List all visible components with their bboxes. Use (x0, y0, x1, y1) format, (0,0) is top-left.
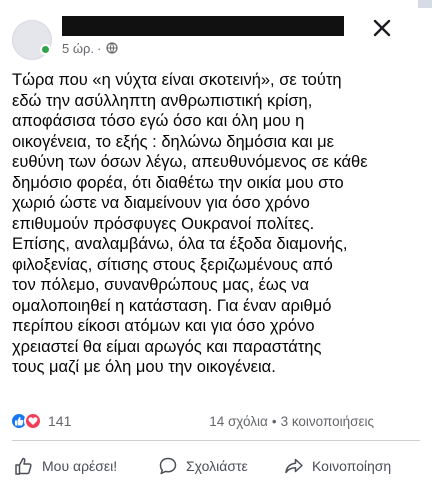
post-time[interactable]: 5 ώρ. (62, 41, 94, 56)
divider (12, 440, 420, 441)
meta-separator: · (97, 40, 102, 56)
post-header: 5 ώρ. · (0, 0, 432, 66)
comment-button[interactable]: Σχολιάστε (158, 446, 248, 486)
post-stats: 141 14 σχόλια • 3 κοινοποιήσεις (0, 410, 432, 434)
share-button[interactable]: Κοινοποίηση (284, 446, 391, 486)
like-label: Μου αρέσει! (42, 458, 118, 474)
post-meta: 5 ώρ. · (62, 40, 118, 56)
comment-bubble-icon (159, 457, 177, 475)
close-icon (373, 19, 391, 37)
comment-label: Σχολιάστε (186, 458, 248, 474)
author-name-redacted[interactable] (62, 16, 344, 36)
action-bar: Μου αρέσει! Σχολιάστε Κοινοποίηση (0, 446, 432, 486)
share-count[interactable]: 3 κοινοποιήσεις (281, 414, 374, 429)
love-reaction-icon (24, 412, 42, 430)
share-arrow-icon (285, 458, 303, 474)
online-status-dot (40, 44, 51, 55)
post-body-text: Τώρα που «η νύχτα είναι σκοτεινή», σε το… (12, 71, 368, 376)
globe-icon (106, 42, 118, 54)
like-button[interactable]: Μου αρέσει! (14, 446, 117, 486)
top-edge-shade (418, 0, 432, 8)
share-label: Κοινοποίηση (312, 458, 392, 474)
comment-count[interactable]: 14 σχόλια (209, 414, 268, 429)
thumbs-up-icon (15, 457, 32, 475)
facebook-post: 5 ώρ. · Τώρα που «η νύχτα είναι σκοτεινή… (0, 0, 432, 504)
stats-dot: • (271, 414, 277, 429)
close-button[interactable] (368, 14, 396, 42)
reaction-count: 141 (48, 413, 72, 429)
reactions-summary[interactable]: 141 (10, 412, 71, 430)
engagement-counts: 14 σχόλια • 3 κοινοποιήσεις (209, 414, 374, 429)
